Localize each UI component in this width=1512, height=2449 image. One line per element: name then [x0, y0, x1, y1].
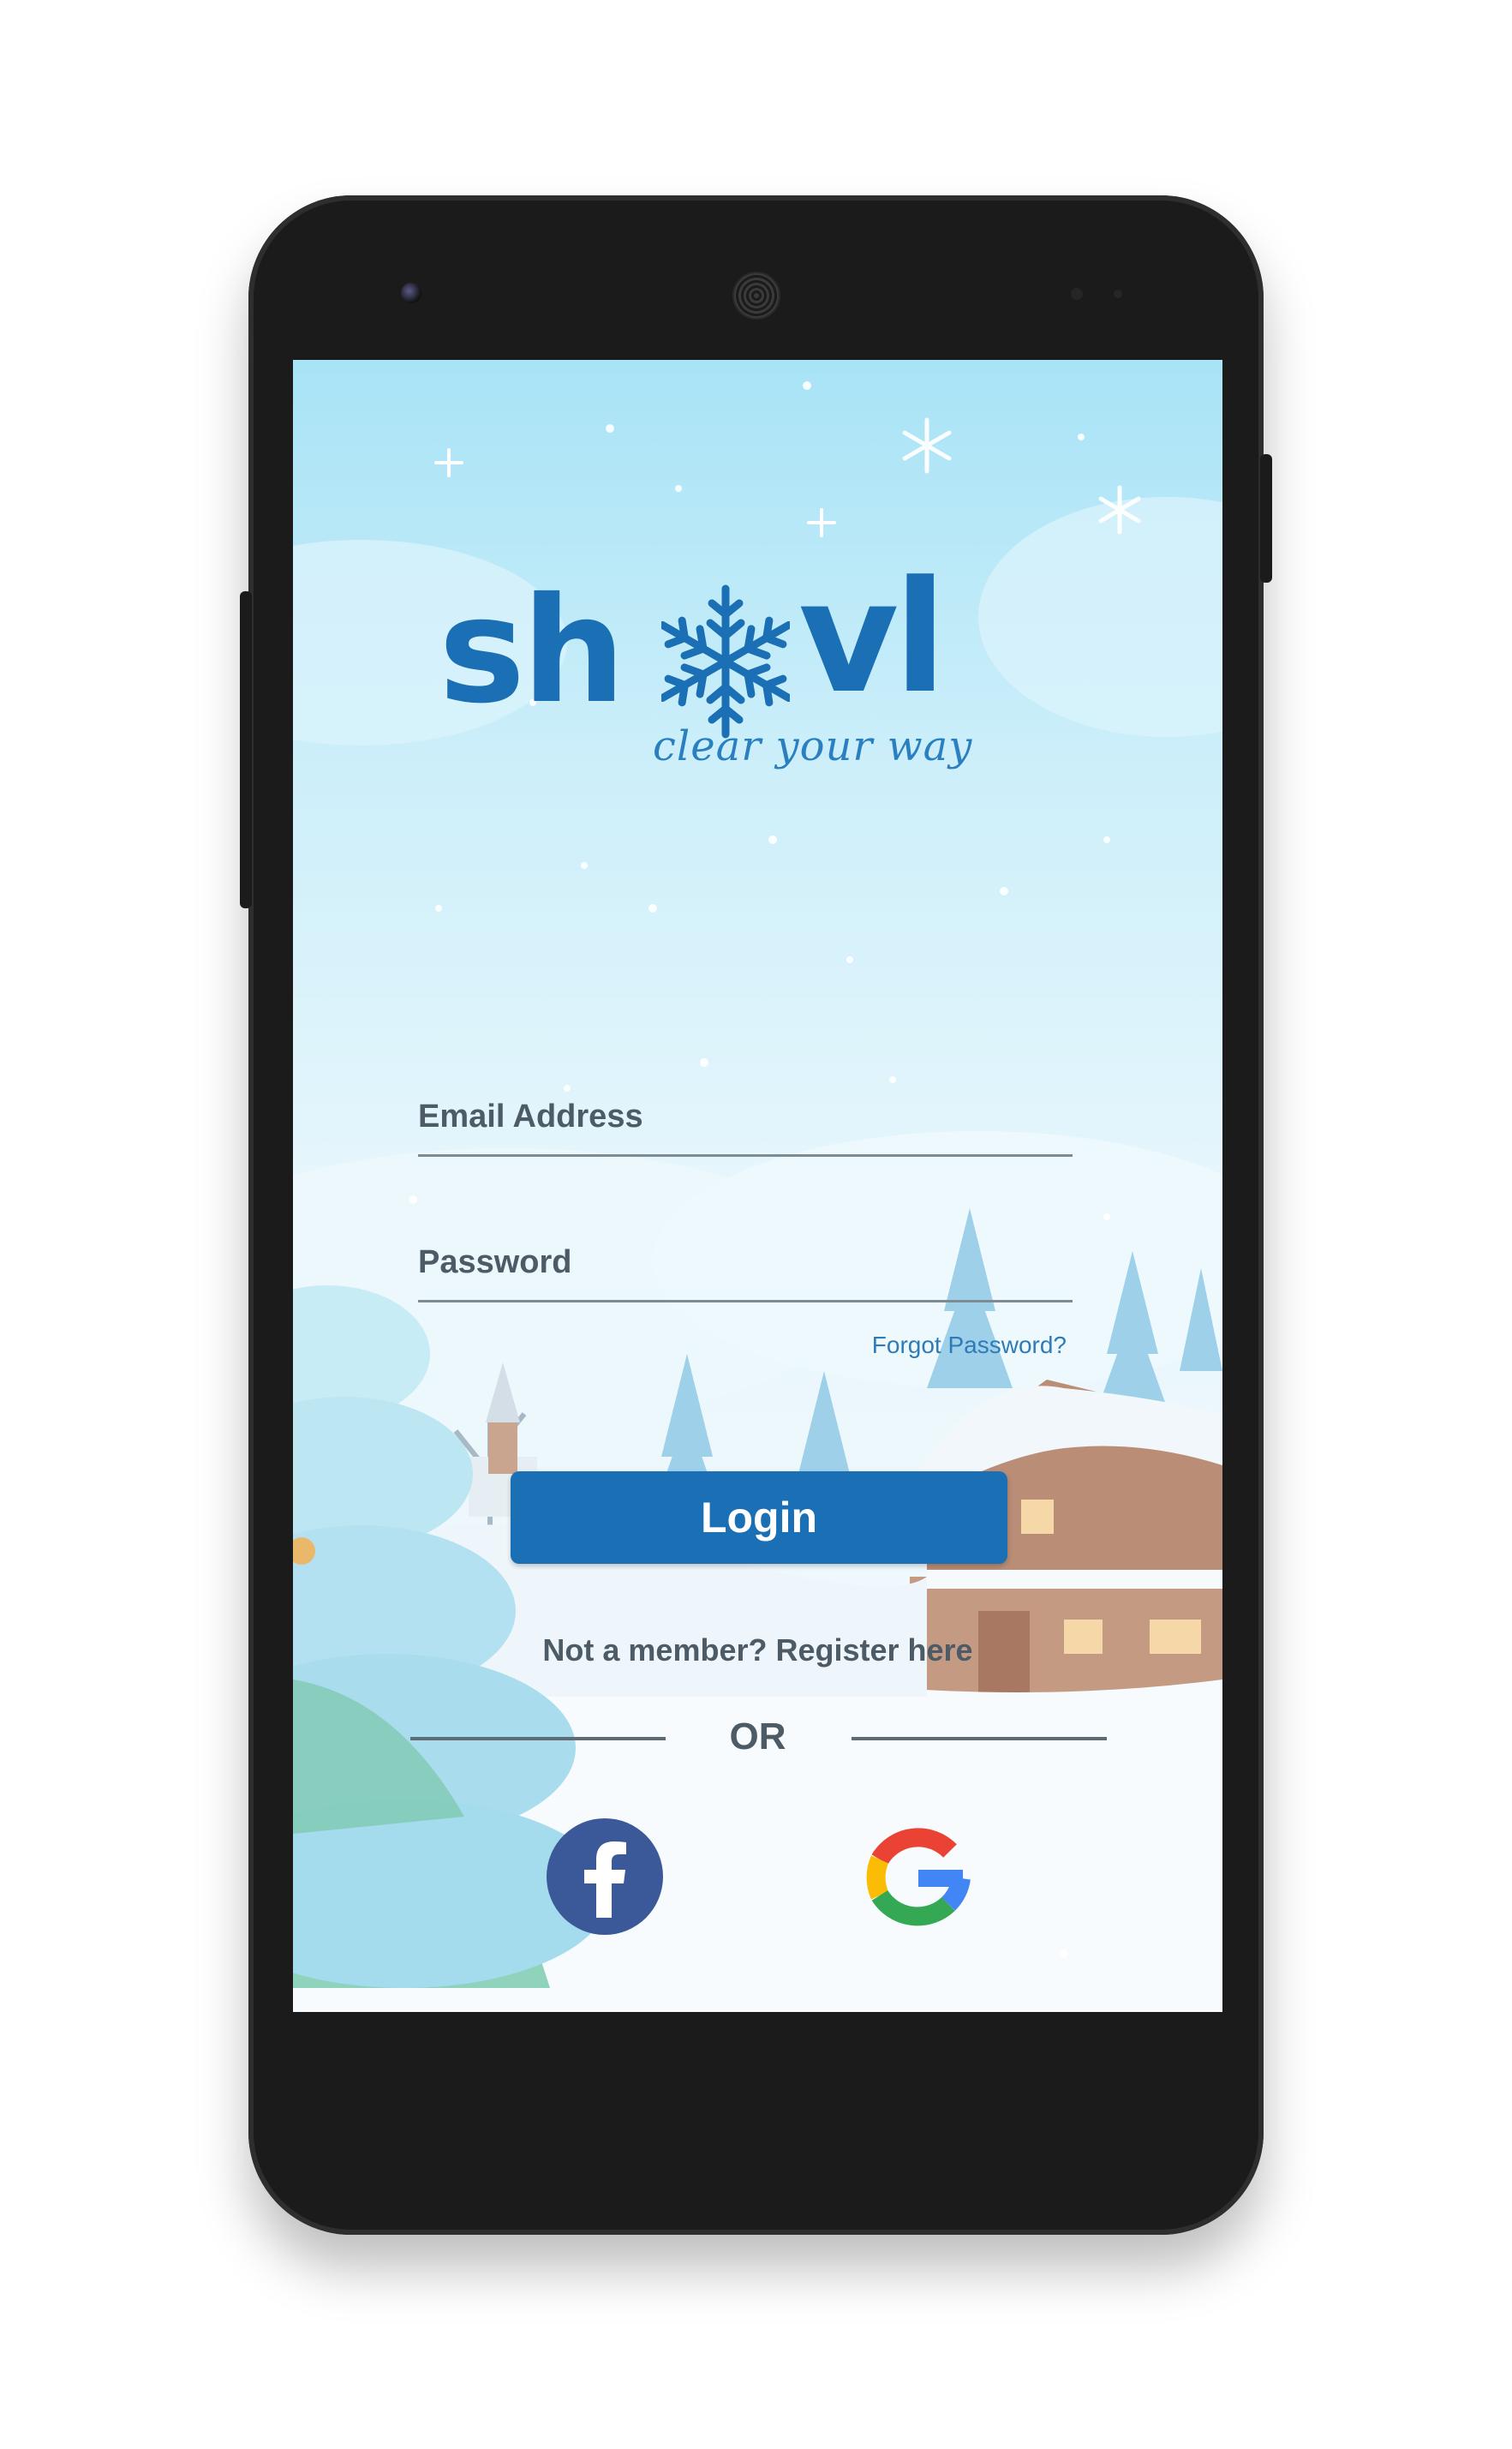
email-label: Email Address — [418, 1099, 643, 1135]
speaker-grill-icon — [732, 272, 780, 320]
google-icon — [866, 1828, 971, 1926]
volume-button[interactable] — [240, 591, 252, 908]
or-divider: OR — [293, 1711, 1222, 1763]
snowflake-icon — [661, 584, 790, 743]
facebook-login-button[interactable] — [545, 1817, 665, 1937]
email-underline — [418, 1154, 1073, 1157]
login-button[interactable]: Login — [511, 1471, 1007, 1564]
login-screen: sh vl clear your way Email Address Passw… — [293, 360, 1222, 2012]
app-logo: sh vl clear your way — [439, 561, 1090, 771]
facebook-icon — [547, 1818, 663, 1935]
forgot-password-link[interactable]: Forgot Password? — [872, 1332, 1067, 1359]
sensor-icon — [1114, 290, 1122, 298]
password-underline — [418, 1300, 1073, 1302]
front-camera-icon — [401, 283, 421, 303]
power-button[interactable] — [1260, 454, 1272, 583]
register-link[interactable]: Not a member? Register here — [293, 1632, 1222, 1668]
logo-tagline: clear your way — [653, 722, 973, 770]
phone-frame: sh vl clear your way Email Address Passw… — [248, 195, 1264, 2235]
logo-text-left: sh — [439, 566, 625, 736]
logo-text-right: vl — [798, 548, 947, 728]
password-field[interactable]: Password — [418, 1208, 1073, 1302]
google-login-button[interactable] — [858, 1817, 978, 1937]
password-label: Password — [418, 1244, 572, 1280]
email-field[interactable]: Email Address — [418, 1063, 1073, 1157]
divider-line-right — [852, 1737, 1107, 1740]
sensor-icon — [1071, 288, 1083, 300]
